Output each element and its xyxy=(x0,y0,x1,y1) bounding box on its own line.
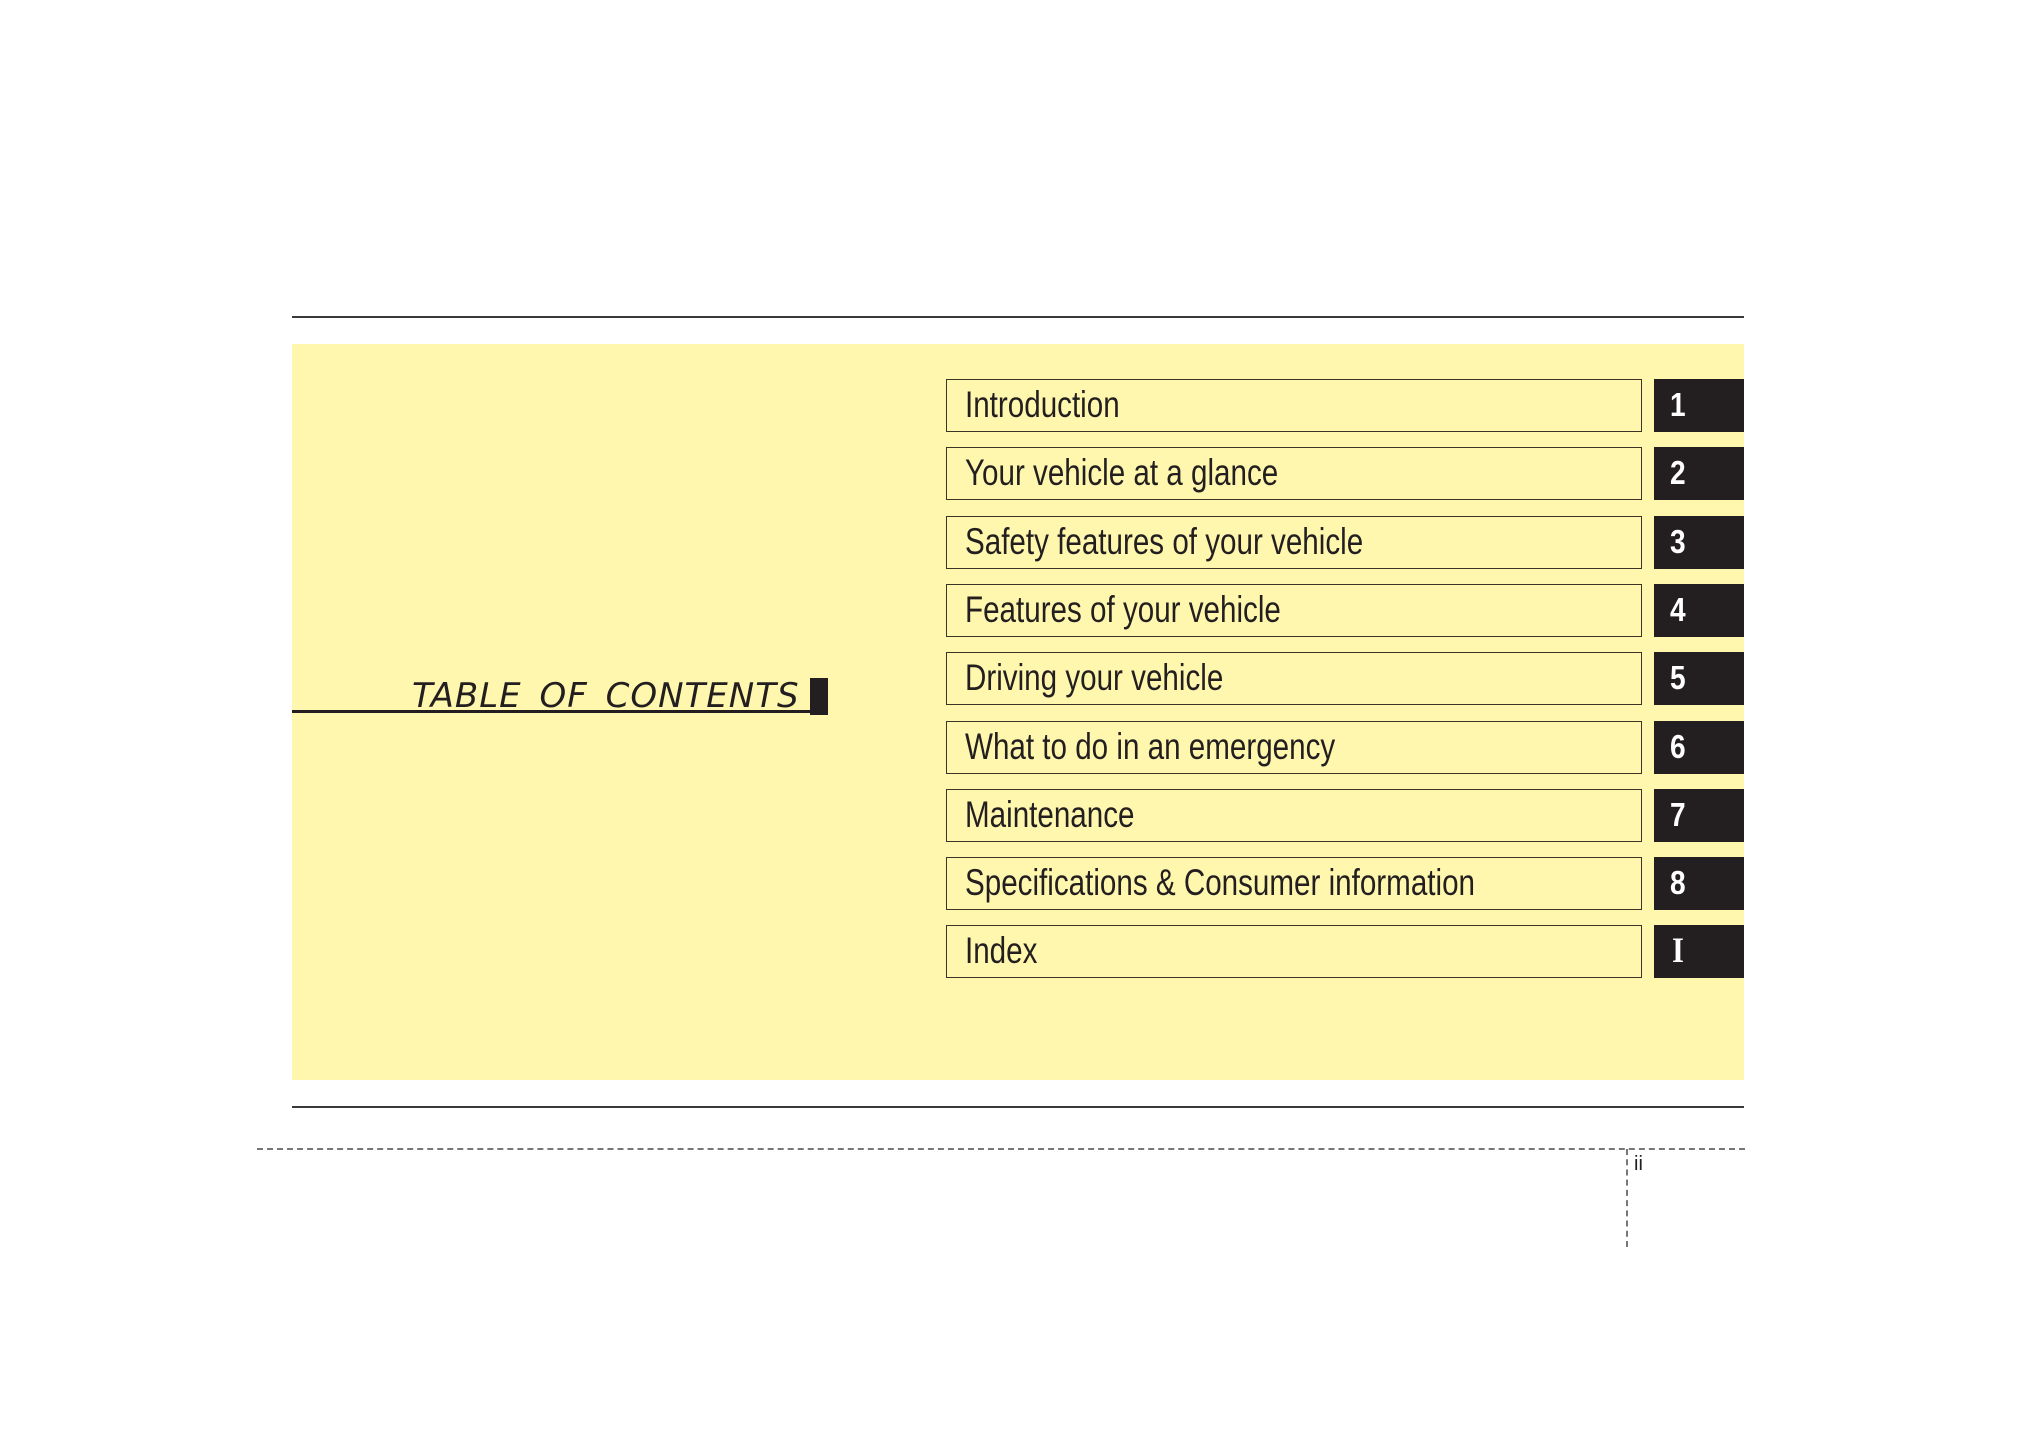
toc-entry-label: Safety features of your vehicle xyxy=(965,521,1364,562)
chapter-tab-number: 1 xyxy=(1670,386,1686,423)
toc-panel: TABLE OF CONTENTS Introduction 1 Your vehi… xyxy=(292,344,1744,1080)
toc-entry-label: Index xyxy=(965,930,1038,971)
toc-entry[interactable]: Specifications & Consumer information xyxy=(946,857,1642,910)
chapter-tab-number: 2 xyxy=(1670,454,1686,491)
toc-entry-label: Introduction xyxy=(965,384,1120,425)
page-title: TABLE OF CONTENTS xyxy=(412,676,800,716)
trim-line-horizontal xyxy=(257,1148,1745,1150)
chapter-tab[interactable]: 2 xyxy=(1654,447,1744,500)
toc-entry[interactable]: Safety features of your vehicle xyxy=(946,516,1642,569)
chapter-tab[interactable]: 1 xyxy=(1654,379,1744,432)
chapter-tab[interactable]: 5 xyxy=(1654,652,1744,705)
toc-entry[interactable]: Index xyxy=(946,925,1642,978)
toc-entry[interactable]: What to do in an emergency xyxy=(946,721,1642,774)
toc-entry-label: Driving your vehicle xyxy=(965,657,1224,698)
toc-entry[interactable]: Introduction xyxy=(946,379,1642,432)
chapter-tab-number: 3 xyxy=(1670,523,1686,560)
chapter-tab[interactable]: 6 xyxy=(1654,721,1744,774)
title-marker-block xyxy=(810,678,828,715)
chapter-tab-number: 5 xyxy=(1670,659,1686,696)
trim-line-vertical xyxy=(1626,1149,1628,1247)
chapter-tab[interactable]: I xyxy=(1654,925,1744,978)
chapter-tab-number: 7 xyxy=(1670,796,1686,833)
title-underline xyxy=(292,710,828,713)
toc-entry[interactable]: Maintenance xyxy=(946,789,1642,842)
top-rule xyxy=(292,316,1744,318)
toc-entry[interactable]: Features of your vehicle xyxy=(946,584,1642,637)
chapter-tab[interactable]: 4 xyxy=(1654,584,1744,637)
chapter-tab-number: I xyxy=(1672,930,1684,970)
toc-entry-label: What to do in an emergency xyxy=(965,726,1336,767)
chapter-tab-number: 4 xyxy=(1670,591,1686,628)
chapter-tab[interactable]: 8 xyxy=(1654,857,1744,910)
toc-entry-label: Your vehicle at a glance xyxy=(965,452,1279,493)
bottom-rule xyxy=(292,1106,1744,1108)
chapter-tab-number: 8 xyxy=(1670,864,1686,901)
toc-entry[interactable]: Driving your vehicle xyxy=(946,652,1642,705)
page-number: ii xyxy=(1634,1153,1643,1175)
toc-entry-label: Maintenance xyxy=(965,794,1135,835)
chapter-tab[interactable]: 3 xyxy=(1654,516,1744,569)
toc-entry-label: Specifications & Consumer information xyxy=(965,862,1476,903)
chapter-tab-number: 6 xyxy=(1670,728,1686,765)
toc-heading: TABLE OF CONTENTS xyxy=(292,678,828,714)
toc-entry[interactable]: Your vehicle at a glance xyxy=(946,447,1642,500)
toc-entry-label: Features of your vehicle xyxy=(965,589,1281,630)
chapter-tab[interactable]: 7 xyxy=(1654,789,1744,842)
